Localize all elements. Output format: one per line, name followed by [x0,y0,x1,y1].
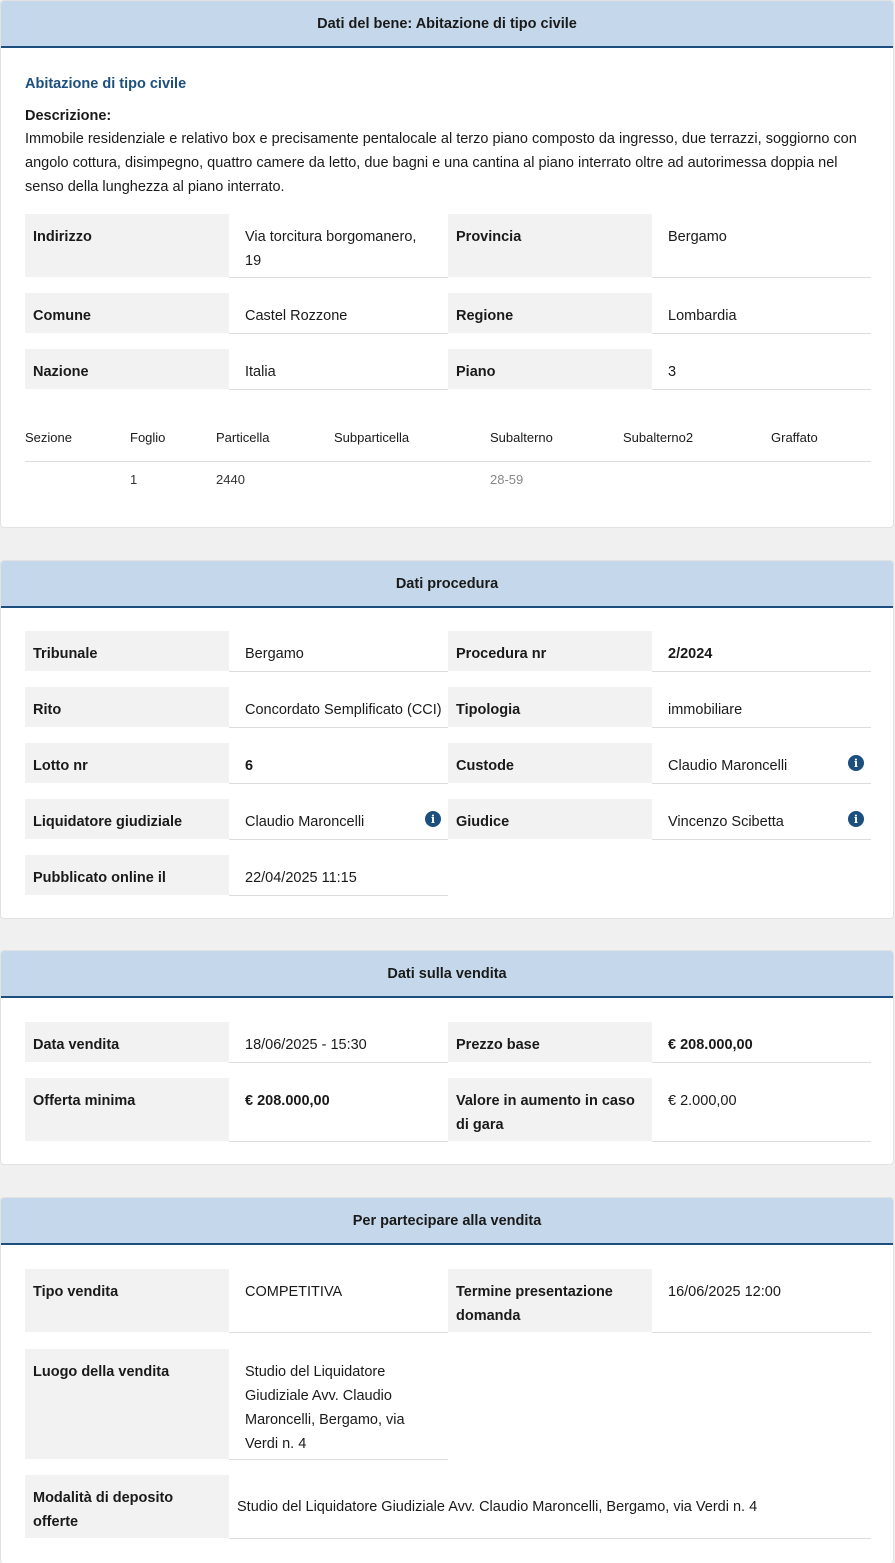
value-modalita: Studio del Liquidatore Giudiziale Avv. C… [229,1475,871,1539]
value-custode: Claudio Maroncelli [652,743,871,784]
section-header-partecipare: Per partecipare alla vendita [1,1198,893,1245]
table-header-subparticella: Subparticella [334,430,410,445]
label-tipo-vendita: Tipo vendita [25,1269,229,1332]
label-provincia: Provincia [448,214,652,277]
table-header-sezione: Sezione [25,430,72,445]
label-lotto-nr: Lotto nr [25,743,229,783]
table-header-graffato: Graffato [771,430,818,445]
value-rito: Concordato Semplificato (CCI) [229,687,448,728]
table-cell-foglio: 1 [130,472,138,487]
value-regione: Lombardia [652,293,871,334]
value-liquidatore: Claudio Maroncelli [229,799,448,840]
value-procedura-nr: 2/2024 [652,631,871,672]
value-pubblicato: 22/04/2025 11:15 [229,855,448,896]
card-dati-procedura: Dati procedura Tribunale Bergamo Procedu… [0,560,894,919]
label-tribunale: Tribunale [25,631,229,671]
value-piano: 3 [652,349,871,390]
section-header-dati-procedura: Dati procedura [1,561,893,608]
label-data-vendita: Data vendita [25,1022,229,1062]
label-liquidatore: Liquidatore giudiziale [25,799,229,839]
table-header-subalterno2: Subalterno2 [623,430,694,445]
label-indirizzo: Indirizzo [25,214,229,277]
label-custode: Custode [448,743,652,783]
label-piano: Piano [448,349,652,389]
value-giudice: Vincenzo Scibetta [652,799,871,840]
value-data-vendita: 18/06/2025 - 15:30 [229,1022,448,1063]
label-regione: Regione [448,293,652,333]
value-provincia: Bergamo [652,214,871,278]
value-prezzo-base: € 208.000,00 [652,1022,871,1063]
label-comune: Comune [25,293,229,333]
description-label: Descrizione: [25,108,112,124]
value-tribunale: Bergamo [229,631,448,672]
table-divider [25,461,871,462]
description-text: Immobile residenziale e relativo box e p… [25,131,857,195]
value-offerta-minima: € 208.000,00 [229,1078,448,1142]
label-pubblicato: Pubblicato online il [25,855,229,895]
custode-info-icon[interactable]: i [848,755,864,771]
table-cell-particella: 2440 [216,472,245,487]
section-header-dati-vendita: Dati sulla vendita [1,951,893,998]
value-termine: 16/06/2025 12:00 [652,1269,871,1333]
label-giudice: Giudice [448,799,652,839]
value-lotto-nr: 6 [229,743,448,784]
label-modalita: Modalità di deposito offerte [25,1475,229,1538]
giudice-info-icon[interactable]: i [848,811,864,827]
table-cell-subalterno: 28-59 [490,472,524,487]
label-rito: Rito [25,687,229,727]
label-termine: Termine presentazione domanda [448,1269,652,1332]
value-tipo-vendita: COMPETITIVA [229,1269,448,1333]
card-dati-vendita: Dati sulla vendita Data vendita 18/06/20… [0,950,894,1165]
table-header-particella: Particella [216,430,270,445]
liquidatore-info-icon[interactable]: i [425,811,441,827]
property-subtitle: Abitazione di tipo civile [25,76,187,92]
value-indirizzo: Via torcitura borgomanero, 19 [229,214,448,278]
label-tipologia: Tipologia [448,687,652,727]
value-valore-aumento: € 2.000,00 [652,1078,871,1142]
table-header-subalterno: Subalterno [490,430,553,445]
label-procedura-nr: Procedura nr [448,631,652,671]
label-nazione: Nazione [25,349,229,389]
table-header-foglio: Foglio [130,430,166,445]
value-nazione: Italia [229,349,448,390]
label-offerta-minima: Offerta minima [25,1078,229,1141]
section-header-dati-bene: Dati del bene: Abitazione di tipo civile [1,1,893,48]
card-partecipare: Per partecipare alla vendita Tipo vendit… [0,1197,894,1563]
label-luogo: Luogo della vendita [25,1349,229,1459]
label-prezzo-base: Prezzo base [448,1022,652,1062]
card-dati-bene: Dati del bene: Abitazione di tipo civile… [0,0,894,528]
label-valore-aumento: Valore in aumento in caso di gara [448,1078,652,1141]
value-luogo: Studio del Liquidatore Giudiziale Avv. C… [229,1349,448,1460]
value-tipologia: immobiliare [652,687,871,728]
value-comune: Castel Rozzone [229,293,448,334]
